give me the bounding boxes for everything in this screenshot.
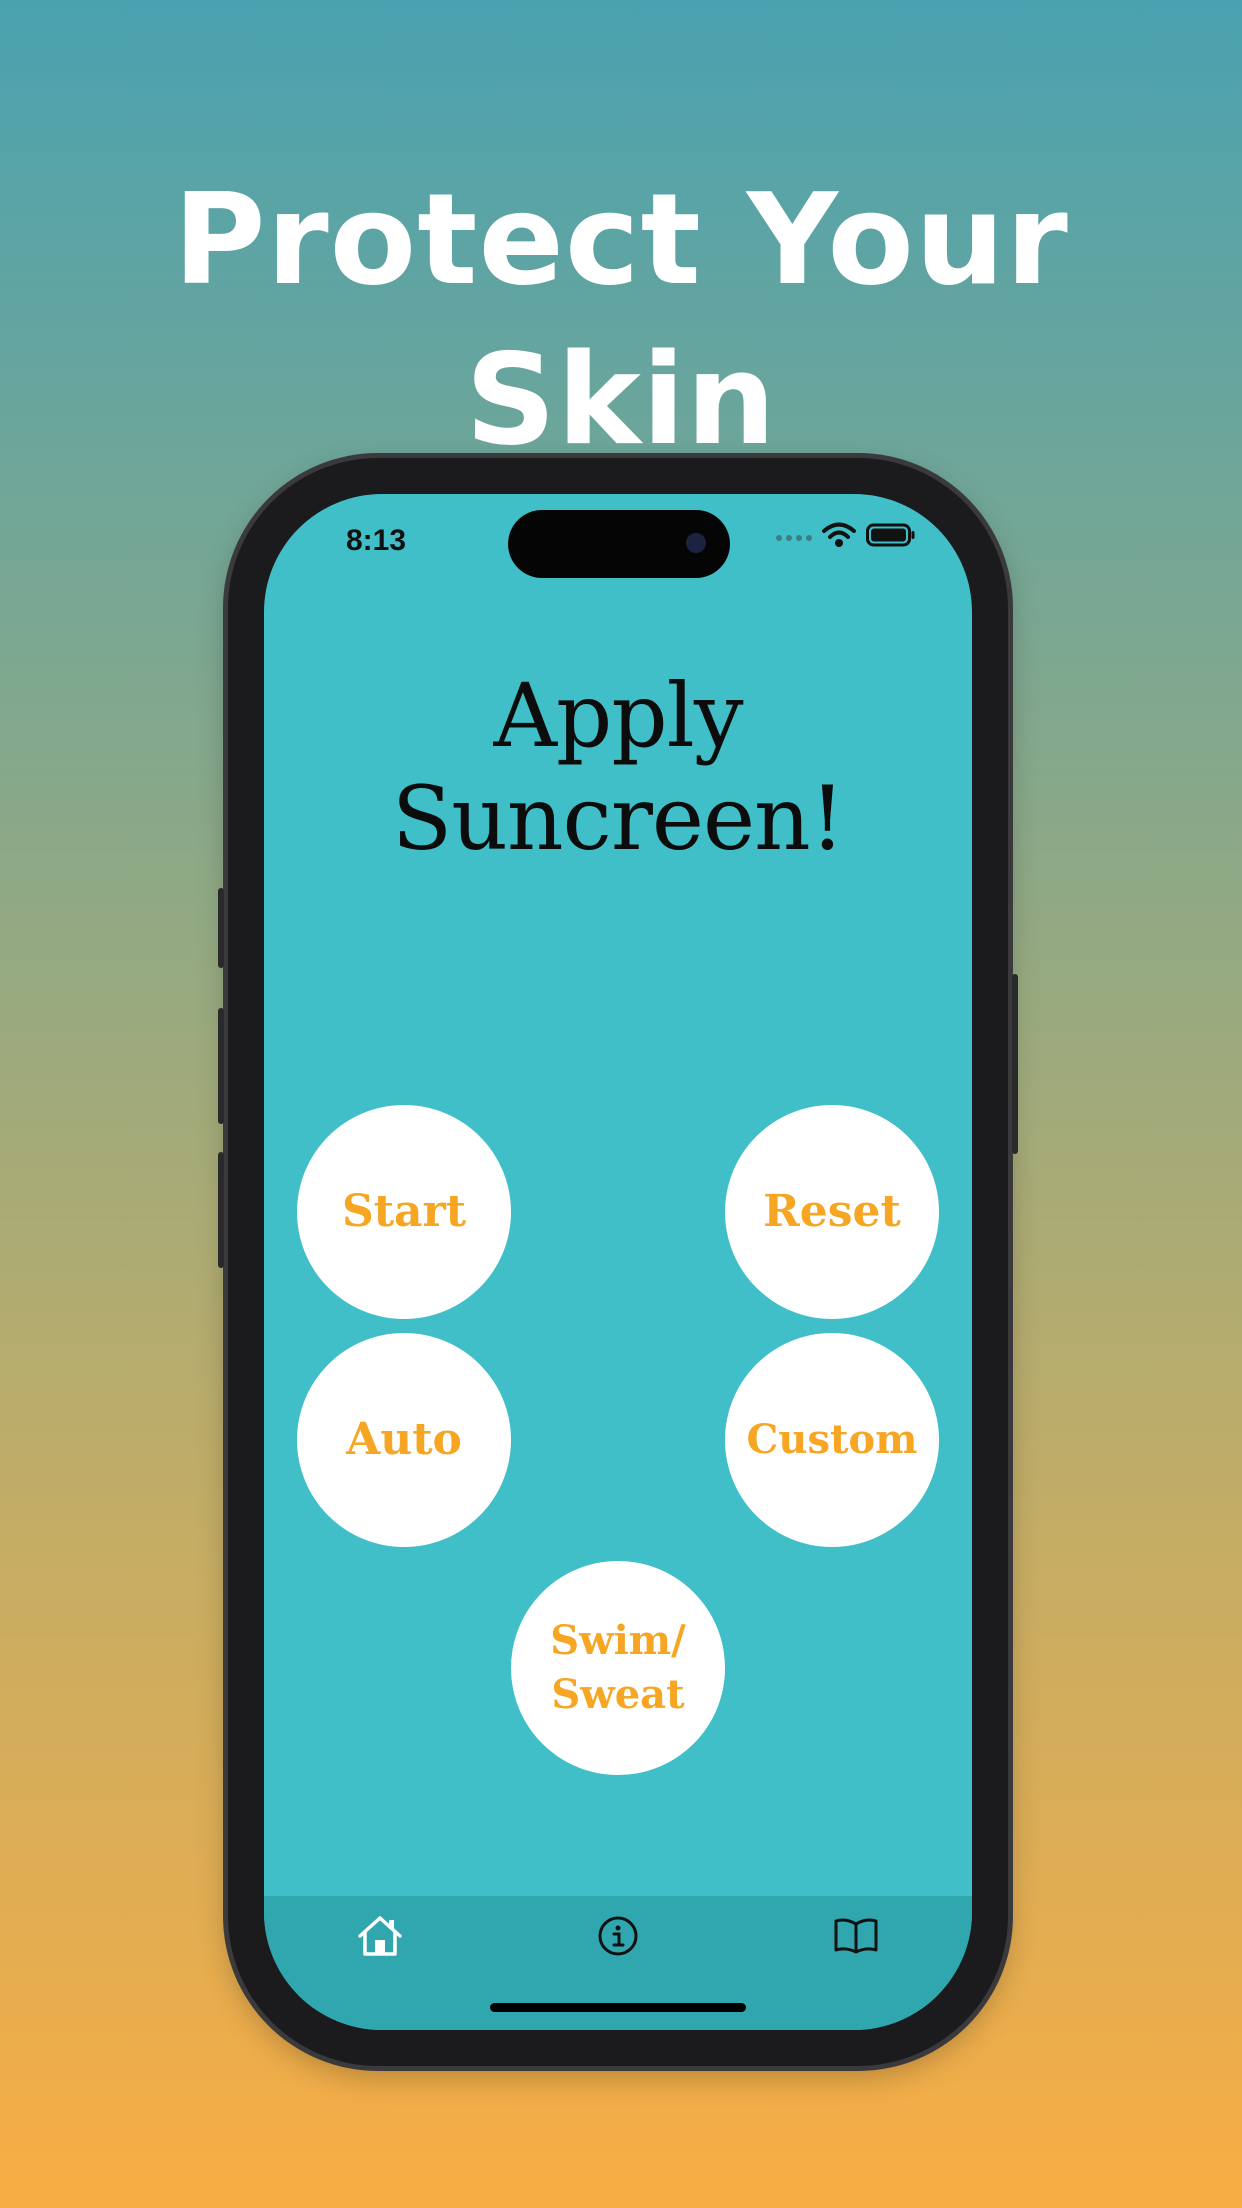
marketing-headline: Protect Your Skin xyxy=(173,166,1069,473)
battery-icon xyxy=(866,523,916,552)
info-icon xyxy=(597,1915,639,1962)
signal-dots-icon xyxy=(776,529,812,547)
tab-bar xyxy=(264,1896,972,2030)
volume-up-button xyxy=(218,1008,224,1124)
status-icons xyxy=(776,522,916,553)
dynamic-island xyxy=(508,510,730,578)
tab-home[interactable] xyxy=(350,1908,410,1968)
reset-button[interactable]: Reset xyxy=(725,1105,939,1319)
start-button[interactable]: Start xyxy=(297,1105,511,1319)
action-button xyxy=(218,888,224,968)
power-button xyxy=(1012,974,1018,1154)
app-screen: 8:13 Apply Suncreen! Start Reset Auto Cu… xyxy=(264,494,972,2030)
tab-book[interactable] xyxy=(826,1908,886,1968)
home-indicator xyxy=(490,2003,746,2012)
custom-button[interactable]: Custom xyxy=(725,1333,939,1547)
screen-title: Apply Suncreen! xyxy=(391,664,845,870)
auto-button[interactable]: Auto xyxy=(297,1333,511,1547)
tab-info[interactable] xyxy=(588,1908,648,1968)
home-icon xyxy=(356,1914,404,1963)
book-icon xyxy=(832,1916,880,1961)
wifi-icon xyxy=(822,522,856,553)
camera-icon xyxy=(686,533,706,553)
status-time: 8:13 xyxy=(346,524,407,557)
volume-down-button xyxy=(218,1152,224,1268)
phone-frame: 8:13 Apply Suncreen! Start Reset Auto Cu… xyxy=(218,458,1018,2066)
swim-sweat-button[interactable]: Swim/ Sweat xyxy=(511,1561,725,1775)
